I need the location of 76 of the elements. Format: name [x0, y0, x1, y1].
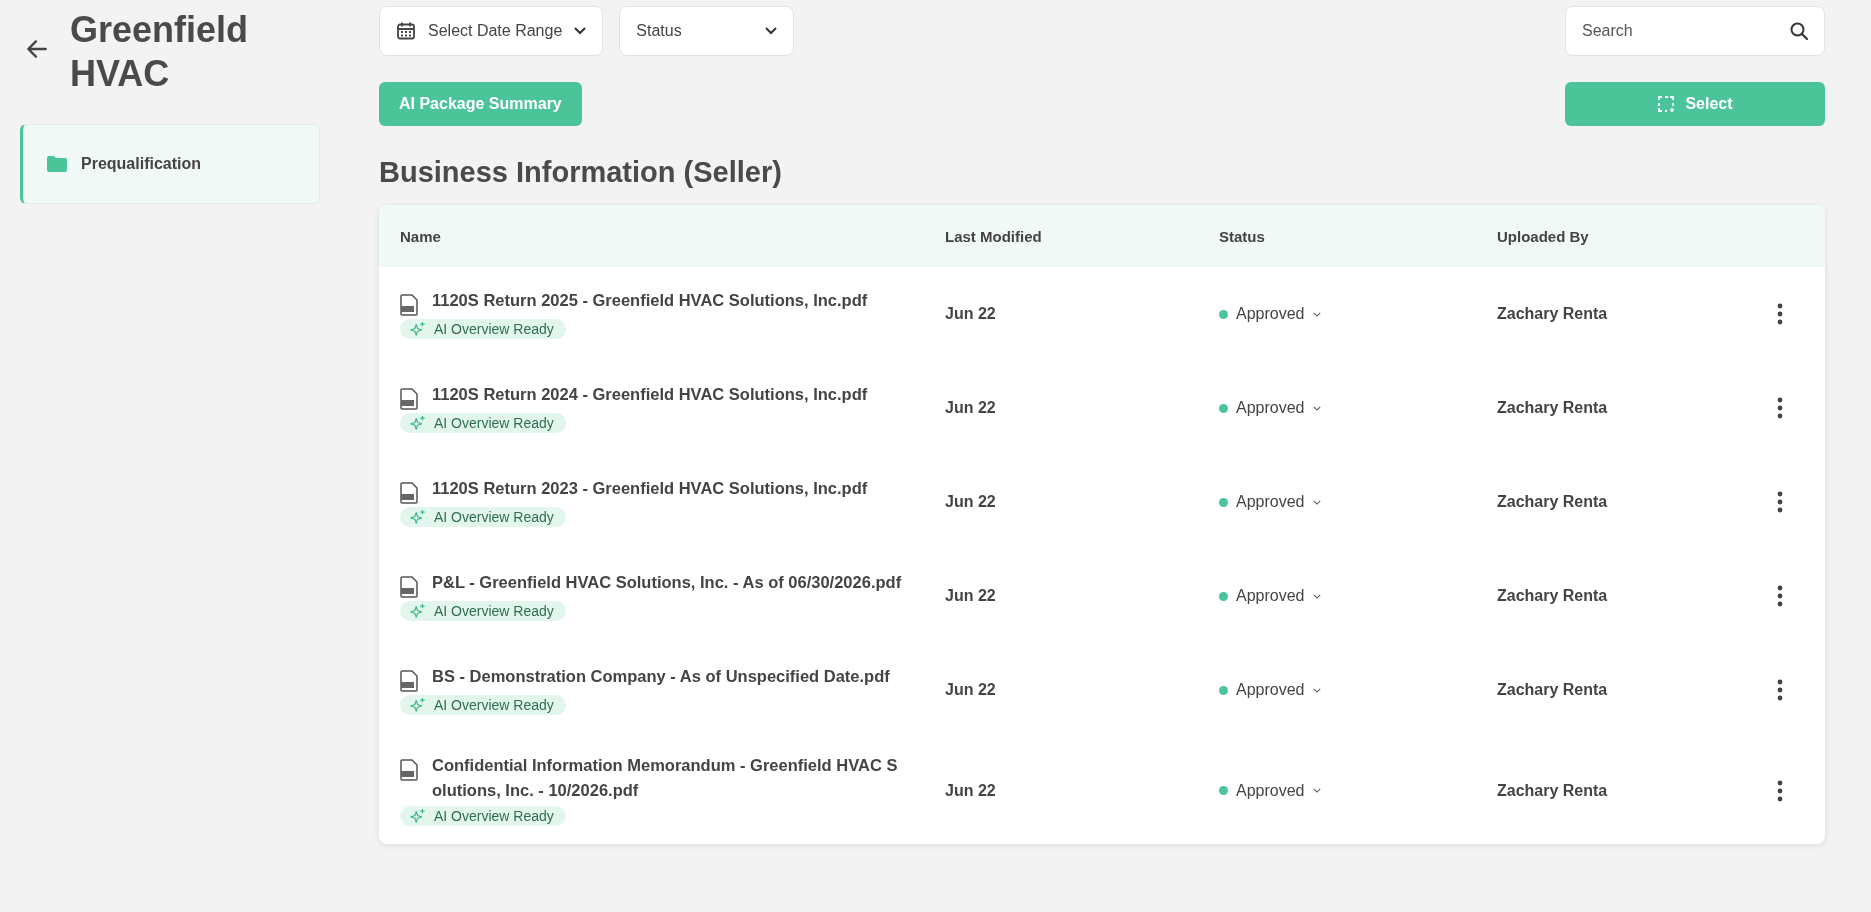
pdf-file-icon: [400, 575, 418, 598]
sparkle-icon: [410, 320, 426, 337]
column-header: Last Modified: [945, 227, 1043, 245]
status-dropdown[interactable]: Approved: [1219, 587, 1321, 605]
status-dot: [1219, 403, 1228, 413]
chevron-down-icon: [1312, 593, 1321, 599]
date-range-dropdown[interactable]: Select Date Range: [379, 6, 604, 56]
more-options-icon[interactable]: [1777, 779, 1783, 802]
more-options-icon[interactable]: [1777, 585, 1783, 607]
sparkle-icon: [410, 696, 426, 713]
status-dropdown[interactable]: Approved: [1219, 781, 1321, 800]
pdf-file-icon: [400, 669, 418, 692]
table-cell-text: Zachary Renta: [1497, 493, 1609, 511]
pdf-file-icon: [400, 481, 418, 504]
status-dot: [1219, 685, 1228, 695]
table-cell-text: Zachary Renta: [1497, 781, 1609, 800]
table-cell-text: Jun 22: [945, 587, 997, 605]
ai-ready-badge: AI Overview Ready: [400, 506, 566, 527]
table-cell-text: Zachary Renta: [1497, 681, 1609, 699]
pdf-file-icon: [400, 293, 418, 316]
ai-ready-badge: AI Overview Ready: [400, 600, 566, 621]
sparkle-icon: [410, 414, 426, 431]
search-icon: [1789, 21, 1809, 41]
more-options-icon[interactable]: [1777, 303, 1783, 325]
search-field[interactable]: Search: [1565, 6, 1825, 56]
table-cell-text: Jun 22: [945, 681, 997, 699]
pdf-file-icon: [400, 759, 418, 781]
status-dropdown[interactable]: Approved: [1219, 493, 1321, 511]
file-name[interactable]: Confidential Information Memorandum - Greenfield HVAC Solutions, Inc. - 10/2026.pdf: [432, 753, 902, 803]
chevron-down-icon: [1312, 311, 1321, 317]
selection-icon: [1657, 95, 1676, 113]
ai-ready-badge: AI Overview Ready: [400, 412, 566, 433]
pdf-file-icon: [400, 387, 418, 410]
sidebar-item[interactable]: Prequalification: [20, 124, 320, 204]
status-dropdown[interactable]: Approved: [1219, 305, 1321, 323]
table-cell-text: Jun 22: [945, 493, 997, 511]
status-dropdown[interactable]: Approved: [1219, 681, 1321, 699]
table-cell-text: Zachary Renta: [1497, 399, 1609, 417]
file-name[interactable]: 1120S Return 2025 - Greenfield HVAC Solutions, Inc.pdf: [432, 287, 902, 313]
page-title: Greenfield HVAC: [70, 8, 250, 96]
ai-ready-badge: AI Overview Ready: [400, 694, 566, 715]
file-name[interactable]: P&L - Greenfield HVAC Solutions, Inc. - As of 06/30/2026.pdf: [432, 569, 902, 595]
more-options-icon[interactable]: [1777, 679, 1783, 701]
status-dot: [1219, 786, 1228, 795]
more-options-icon[interactable]: [1777, 397, 1783, 419]
more-options-icon[interactable]: [1777, 491, 1783, 513]
calendar-icon: [396, 21, 416, 41]
sparkle-icon: [410, 602, 426, 619]
ai-ready-badge: AI Overview Ready: [400, 318, 566, 339]
chevron-down-icon: [1312, 499, 1321, 505]
sparkle-icon: [410, 508, 426, 525]
table-cell-text: Jun 22: [945, 399, 997, 417]
table-cell-text: Jun 22: [945, 305, 997, 323]
column-header: Name: [400, 227, 442, 245]
chevron-down-icon: [1312, 405, 1321, 411]
section-title: Business Information (Seller): [379, 156, 783, 189]
file-name[interactable]: BS - Demonstration Company - As of Unspecified Date.pdf: [432, 663, 902, 689]
ai-ready-badge: AI Overview Ready: [400, 806, 566, 826]
chevron-down-icon: [765, 27, 778, 35]
file-name[interactable]: 1120S Return 2024 - Greenfield HVAC Solutions, Inc.pdf: [432, 381, 902, 407]
column-header: Uploaded By: [1497, 227, 1590, 245]
chevron-down-icon: [1312, 687, 1321, 693]
status-dropdown[interactable]: Approved: [1219, 399, 1321, 417]
status-dot: [1219, 591, 1228, 601]
table-cell-text: Zachary Renta: [1497, 587, 1609, 605]
column-header: Status: [1219, 227, 1266, 245]
folder-icon: [47, 156, 67, 172]
status-dropdown[interactable]: Status: [619, 6, 795, 56]
chevron-down-icon: [1312, 788, 1321, 793]
status-dot: [1219, 497, 1228, 507]
table-cell-text: Zachary Renta: [1497, 305, 1609, 323]
table-cell-text: Jun 22: [945, 781, 997, 800]
sparkle-icon: [410, 808, 426, 824]
file-name[interactable]: 1120S Return 2023 - Greenfield HVAC Solutions, Inc.pdf: [432, 475, 902, 501]
status-dot: [1219, 309, 1228, 319]
chevron-down-icon: [574, 27, 587, 35]
